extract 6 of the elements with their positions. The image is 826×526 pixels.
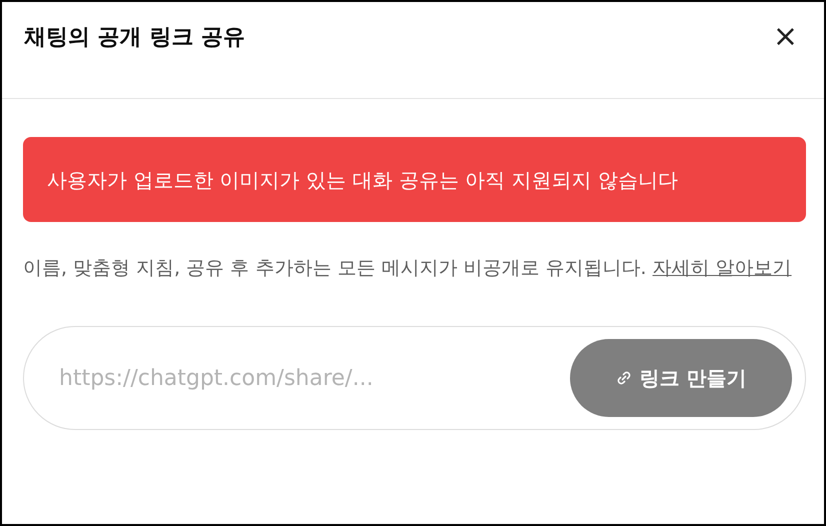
dialog-title: 채팅의 공개 링크 공유 bbox=[24, 24, 245, 52]
link-icon bbox=[616, 370, 632, 386]
close-button[interactable]: × bbox=[768, 22, 802, 52]
error-alert: 사용자가 업로드한 이미지가 있는 대화 공유는 아직 지원되지 않습니다 bbox=[23, 137, 806, 222]
learn-more-link[interactable]: 자세히 알아보기 bbox=[652, 257, 792, 279]
privacy-note: 이름, 맞춤형 지침, 공유 후 추가하는 모든 메시지가 비공개로 유지됩니다. 자세히 알아보기 bbox=[23, 256, 793, 281]
